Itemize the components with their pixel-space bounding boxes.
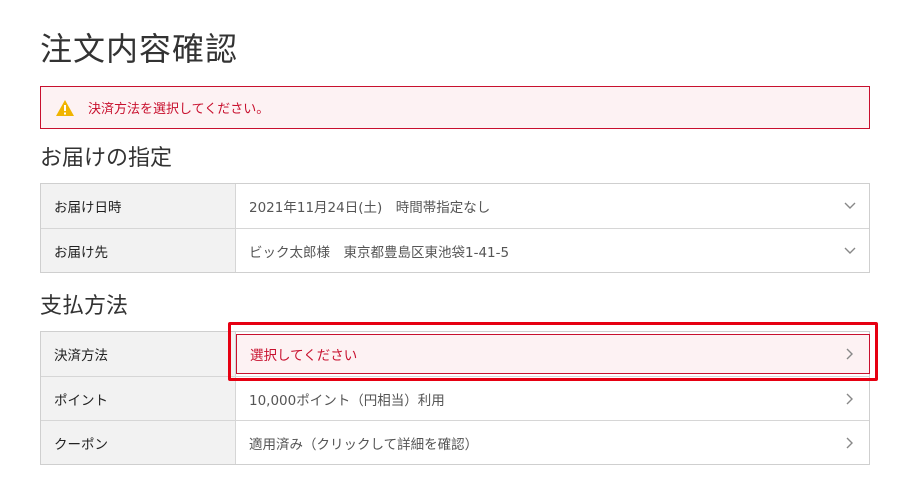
error-alert: 決済方法を選択してください。 bbox=[40, 86, 870, 129]
chevron-down-icon bbox=[843, 244, 857, 258]
delivery-table: お届け日時 2021年11月24日(土) 時間帯指定なし お届け先 ビック太郎様… bbox=[40, 183, 870, 273]
warning-triangle-icon bbox=[55, 98, 75, 118]
page-title: 注文内容確認 bbox=[40, 30, 239, 68]
chevron-right-icon bbox=[843, 347, 857, 361]
row-label: クーポン bbox=[41, 421, 236, 464]
row-value: 適用済み（クリックして詳細を確認） bbox=[249, 436, 479, 453]
row-label: ポイント bbox=[41, 377, 236, 420]
row-value: ビック太郎様 東京都豊島区東池袋1-41-5 bbox=[249, 244, 510, 261]
row-label: 決済方法 bbox=[41, 332, 236, 376]
payment-method-select[interactable]: 選択してください bbox=[236, 334, 870, 374]
coupon-select[interactable]: 適用済み（クリックして詳細を確認） bbox=[236, 421, 869, 464]
chevron-right-icon bbox=[843, 436, 857, 450]
delivery-address-row: お届け先 ビック太郎様 東京都豊島区東池袋1-41-5 bbox=[41, 228, 869, 272]
row-value: 選択してください bbox=[250, 348, 358, 364]
points-row: ポイント 10,000ポイント（円相当）利用 bbox=[41, 376, 869, 420]
payment-table: 決済方法 選択してください ポイント 10,000ポイント（円相当）利用 クーポ… bbox=[40, 331, 870, 465]
payment-section-title: 支払方法 bbox=[40, 294, 129, 319]
alert-message: 決済方法を選択してください。 bbox=[88, 102, 270, 117]
row-value: 2021年11月24日(土) 時間帯指定なし bbox=[249, 200, 491, 216]
row-label: お届け先 bbox=[41, 229, 236, 272]
points-select[interactable]: 10,000ポイント（円相当）利用 bbox=[236, 377, 869, 420]
delivery-section-title: お届けの指定 bbox=[40, 146, 173, 171]
delivery-datetime-row: お届け日時 2021年11月24日(土) 時間帯指定なし bbox=[41, 184, 869, 228]
row-label: お届け日時 bbox=[41, 184, 236, 228]
payment-method-row: 決済方法 選択してください bbox=[41, 332, 870, 376]
row-value: 10,000ポイント（円相当）利用 bbox=[249, 392, 445, 409]
chevron-down-icon bbox=[843, 199, 857, 213]
coupon-row: クーポン 適用済み（クリックして詳細を確認） bbox=[41, 420, 869, 464]
delivery-address-select[interactable]: ビック太郎様 東京都豊島区東池袋1-41-5 bbox=[236, 229, 869, 272]
chevron-right-icon bbox=[843, 392, 857, 406]
delivery-datetime-select[interactable]: 2021年11月24日(土) 時間帯指定なし bbox=[236, 184, 869, 228]
